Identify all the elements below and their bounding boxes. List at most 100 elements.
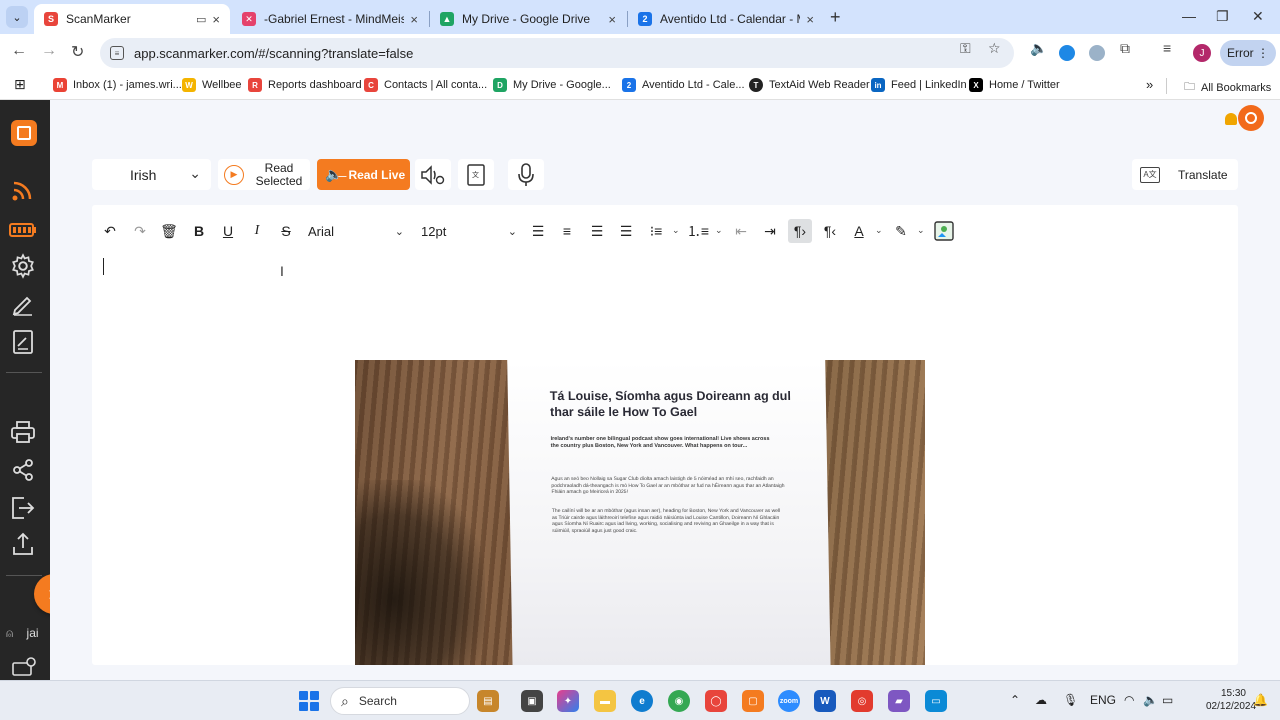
microphone-button[interactable] xyxy=(508,159,544,190)
windows-start-icon[interactable] xyxy=(299,691,319,711)
volume-icon[interactable]: 🔈 xyxy=(1143,693,1158,707)
numbered-list-icon[interactable]: ⒈≡ xyxy=(686,219,710,243)
chevron-down-icon[interactable]: ⌄ xyxy=(875,225,883,236)
scan-waves-icon[interactable] xyxy=(8,176,38,204)
chevron-down-icon[interactable]: ⌄ xyxy=(672,225,680,236)
address-bar[interactable]: ≡ app.scanmarker.com/#/scanning?translat… xyxy=(100,38,1014,68)
tab-close-icon[interactable]: × xyxy=(806,12,814,27)
image-edit-icon[interactable] xyxy=(932,219,956,243)
briefcase-app-icon[interactable]: ▤ xyxy=(477,690,499,712)
rtl-direction-icon[interactable]: ¶‹ xyxy=(818,219,842,243)
align-left-icon[interactable]: ☰ xyxy=(526,219,550,243)
notepad-icon[interactable] xyxy=(8,328,38,356)
ltr-direction-icon[interactable]: ¶› xyxy=(788,219,812,243)
redo-icon[interactable]: ↷ xyxy=(128,219,152,243)
bookmark-wellbee[interactable]: W Wellbee xyxy=(182,78,242,92)
bookmark-star-icon[interactable]: ☆ xyxy=(988,40,1001,57)
reload-icon[interactable]: ↻ xyxy=(71,42,84,62)
upload-icon[interactable] xyxy=(8,530,38,558)
battery-tray-icon[interactable]: ▭ xyxy=(1162,693,1173,707)
print-icon[interactable] xyxy=(8,418,38,446)
bookmark-inbox[interactable]: M Inbox (1) - james.wri... xyxy=(53,78,182,92)
outdent-icon[interactable]: ⇤ xyxy=(729,219,753,243)
font-family-select[interactable]: Arial ⌄ xyxy=(302,219,410,243)
bookmark-reports-dashboard[interactable]: R Reports dashboard xyxy=(248,78,362,92)
tab-close-icon[interactable]: × xyxy=(410,12,418,27)
tab-scanmarker[interactable]: S ScanMarker ▭ × xyxy=(34,4,230,34)
more-bookmarks-icon[interactable]: » xyxy=(1146,77,1153,92)
delete-trash-icon[interactable]: 🗑 xyxy=(157,219,181,243)
align-justify-icon[interactable]: ☰ xyxy=(614,219,638,243)
forward-icon[interactable]: → xyxy=(41,42,57,60)
tab-close-icon[interactable]: × xyxy=(608,12,616,27)
word-app-icon[interactable]: W xyxy=(814,690,836,712)
settings-gear-icon[interactable] xyxy=(8,252,38,280)
red-app-icon[interactable]: ◎ xyxy=(851,690,873,712)
language-select[interactable]: Irish ⌄ xyxy=(92,159,211,190)
tab-search-button[interactable]: ⌄ xyxy=(6,6,28,28)
speaker-extension-icon[interactable]: 🔈 xyxy=(1030,40,1047,57)
chat-support-icon[interactable] xyxy=(1238,105,1264,131)
indent-icon[interactable]: ⇥ xyxy=(758,219,782,243)
bookmark-calendar[interactable]: 2 Aventido Ltd - Cale... xyxy=(622,78,745,92)
chevron-down-icon[interactable]: ⌄ xyxy=(917,225,925,236)
bookmark-my-drive[interactable]: D My Drive - Google... xyxy=(493,78,611,92)
notifications-icon[interactable]: 🔔 xyxy=(1253,693,1268,707)
pen-edit-icon[interactable] xyxy=(8,290,38,318)
bookmark-contacts[interactable]: C Contacts | All conta... xyxy=(364,78,487,92)
bookmark-textaid[interactable]: T TextAid Web Reader xyxy=(749,78,870,92)
battery-icon[interactable] xyxy=(8,216,38,244)
tab-google-drive[interactable]: ▲ My Drive - Google Drive × xyxy=(430,4,626,34)
align-center-icon[interactable]: ≡ xyxy=(555,219,579,243)
bullet-list-icon[interactable]: ⁝≡ xyxy=(644,219,668,243)
undo-icon[interactable]: ↶ xyxy=(98,219,122,243)
maximize-icon[interactable]: ❐ xyxy=(1216,8,1229,25)
tray-overflow-chevron-icon[interactable]: ⌃ xyxy=(1010,693,1020,707)
notification-bell-icon[interactable] xyxy=(1225,113,1237,125)
copilot-icon[interactable]: ✦ xyxy=(557,690,579,712)
edge-browser-icon[interactable]: e xyxy=(631,690,653,712)
file-explorer-icon[interactable]: ▬ xyxy=(594,690,616,712)
scanmarker-taskbar-icon[interactable]: ◯ xyxy=(705,690,727,712)
clapper-app-icon[interactable]: ▰ xyxy=(888,690,910,712)
apps-grid-icon[interactable]: ⊞ xyxy=(14,76,26,93)
chrome-browser-icon[interactable]: ◉ xyxy=(668,690,690,712)
microphone-tray-icon[interactable]: 🎙 xyxy=(1063,693,1078,707)
italic-icon[interactable]: I xyxy=(245,219,269,243)
tab-close-icon[interactable]: × xyxy=(212,12,220,27)
onedrive-cloud-icon[interactable]: ☁ xyxy=(1035,693,1047,707)
align-right-icon[interactable]: ☰ xyxy=(585,219,609,243)
share-icon[interactable] xyxy=(8,456,38,484)
window-app-icon[interactable]: ▭ xyxy=(925,690,947,712)
read-selected-button[interactable]: ▶ Read Selected xyxy=(218,159,310,190)
taskbar-search[interactable]: ⌕ Search xyxy=(330,687,470,715)
user-settings-icon[interactable] xyxy=(10,654,40,678)
bookmark-linkedin[interactable]: in Feed | LinkedIn xyxy=(871,78,967,92)
translate-button[interactable]: A文 Translate xyxy=(1132,159,1238,190)
wifi-icon[interactable]: ◠ xyxy=(1124,693,1134,707)
sidebar-user[interactable]: ⍝ jai xyxy=(6,626,39,641)
url-text[interactable]: app.scanmarker.com/#/scanning?translate=… xyxy=(134,46,413,61)
text-color-icon[interactable]: A xyxy=(847,219,871,243)
bookmark-twitter[interactable]: X Home / Twitter xyxy=(969,78,1060,92)
minimize-icon[interactable]: — xyxy=(1182,8,1196,24)
extension-icon[interactable] xyxy=(1059,45,1075,61)
extension-icon[interactable] xyxy=(1089,45,1105,61)
bold-icon[interactable]: B xyxy=(187,219,211,243)
site-info-icon[interactable]: ≡ xyxy=(110,46,124,60)
font-size-select[interactable]: 12pt ⌄ xyxy=(415,219,523,243)
extensions-puzzle-icon[interactable]: ⧉ xyxy=(1120,40,1130,57)
tab-mindmeister[interactable]: ✕ -Gabriel Ernest - MindMeister M × xyxy=(232,4,428,34)
read-live-button[interactable]: 🔈̶ Read Live xyxy=(317,159,410,190)
scanmarker-logo[interactable] xyxy=(11,120,37,146)
export-icon[interactable] xyxy=(8,494,38,522)
task-view-icon[interactable]: ▣ xyxy=(521,690,543,712)
chevron-down-icon[interactable]: ⌄ xyxy=(715,225,723,236)
dictionary-button[interactable]: 文 xyxy=(458,159,494,190)
strikethrough-icon[interactable]: S xyxy=(274,219,298,243)
zoom-app-icon[interactable]: zoom xyxy=(778,690,800,712)
highlight-color-icon[interactable]: ✎ xyxy=(889,219,913,243)
scanmarker-app-icon[interactable]: ▢ xyxy=(742,690,764,712)
media-control-icon[interactable]: ≡ xyxy=(1163,40,1171,56)
back-icon[interactable]: ← xyxy=(11,42,27,60)
